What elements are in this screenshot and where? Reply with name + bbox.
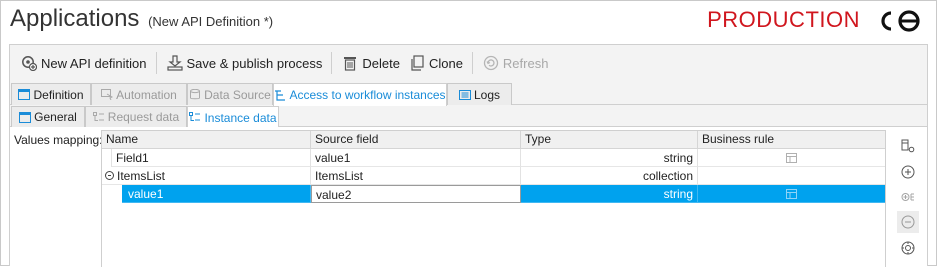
logs-tab-icon — [458, 89, 471, 101]
minus-circle-icon — [901, 215, 915, 229]
cell-name[interactable]: Field1 — [112, 149, 311, 167]
environment-label: PRODUCTION — [707, 7, 860, 32]
general-tab-icon — [19, 111, 32, 123]
column-header-source-field[interactable]: Source field — [311, 131, 521, 149]
tab-general[interactable]: General — [11, 106, 85, 127]
automation-tab-icon — [101, 89, 114, 101]
plus-circle-icon — [901, 165, 915, 179]
column-settings-icon — [901, 139, 915, 153]
request-data-tab-icon — [92, 111, 105, 123]
toolbar: New API definition Save & publish proces… — [10, 45, 927, 81]
cell-name-text: ItemsList — [117, 169, 166, 183]
delete-label: Delete — [362, 55, 400, 71]
new-api-definition-label: New API definition — [41, 55, 147, 71]
grid-side-toolbar — [895, 127, 921, 267]
refresh-button[interactable]: Refresh — [478, 50, 553, 76]
clone-icon — [408, 54, 426, 72]
add-item-button[interactable] — [897, 161, 919, 183]
page-title: Applications (New API Definition *) — [10, 5, 273, 33]
save-publish-button[interactable]: Save & publish process — [162, 50, 327, 76]
instance-data-panel: Values mapping: Name Source field Type B… — [10, 127, 927, 267]
grid-header: Name Source field Type Business rule — [102, 131, 885, 149]
cell-business-rule[interactable] — [698, 149, 885, 167]
tab-label: Instance data — [204, 110, 277, 125]
brand-logo-icon — [881, 10, 920, 32]
tab-label: Access to workflow instances — [289, 88, 446, 102]
new-api-definition-button[interactable]: New API definition — [16, 50, 151, 76]
column-header-type[interactable]: Type — [521, 131, 698, 149]
remove-item-button[interactable] — [897, 211, 919, 233]
refresh-icon — [482, 54, 500, 72]
toolbar-separator — [331, 52, 333, 74]
clone-label: Clone — [428, 55, 463, 71]
cell-name[interactable]: value1 — [122, 185, 311, 203]
table-row[interactable]: Field1 value1 string — [102, 149, 885, 167]
page-header: Applications (New API Definition *) PROD… — [0, 0, 937, 42]
tab-automation[interactable]: Automation — [91, 83, 187, 105]
tab-label: Definition — [33, 87, 84, 102]
row-indent — [102, 149, 112, 167]
tab-access-workflow-instances[interactable]: Access to workflow instances — [273, 83, 447, 106]
tab-logs[interactable]: Logs — [447, 83, 512, 105]
grid-options-button[interactable] — [897, 237, 919, 259]
grid-settings-button[interactable] — [897, 135, 919, 157]
tab-label: Request data — [107, 110, 180, 124]
delete-button[interactable]: Delete — [337, 50, 404, 76]
cell-business-rule[interactable] — [698, 167, 885, 185]
database-tab-icon — [189, 89, 201, 101]
tab-label: Automation — [116, 87, 177, 102]
table-row[interactable]: ItemsList ItemsList collection — [102, 167, 885, 185]
cell-name[interactable]: ItemsList — [102, 167, 311, 185]
new-definition-icon — [20, 54, 38, 72]
definition-tab-icon — [18, 89, 31, 101]
publish-icon — [166, 54, 184, 72]
add-child-button[interactable] — [897, 186, 919, 208]
values-mapping-label: Values mapping: — [14, 133, 103, 147]
access-tab-icon — [274, 89, 286, 101]
refresh-label: Refresh — [502, 55, 549, 71]
business-rule-icon[interactable] — [786, 153, 797, 163]
cell-source-field[interactable]: ItemsList — [311, 167, 521, 185]
trash-icon — [341, 54, 359, 72]
tab-data-source[interactable]: Data Source — [187, 83, 273, 105]
cell-type[interactable]: collection — [521, 167, 698, 185]
row-indent — [102, 185, 122, 203]
cell-business-rule[interactable] — [698, 185, 885, 203]
tab-label: Logs — [473, 87, 501, 102]
column-header-business-rule[interactable]: Business rule — [698, 131, 885, 149]
cell-source-field[interactable]: value1 — [311, 149, 521, 167]
main-tab-bar: Definition Automation Data Source Access… — [10, 81, 927, 106]
business-rule-icon[interactable] — [786, 189, 797, 199]
main-panel: New API definition Save & publish proces… — [9, 44, 928, 267]
instance-data-tab-icon — [189, 112, 201, 124]
cell-type[interactable]: string — [521, 149, 698, 167]
app-title-text: Applications — [10, 5, 140, 32]
values-mapping-grid: Name Source field Type Business rule Fie… — [101, 130, 886, 267]
definition-subtitle: (New API Definition *) — [148, 14, 274, 29]
table-row-selected[interactable]: value1 value2 string — [102, 185, 885, 203]
tab-request-data[interactable]: Request data — [85, 106, 187, 127]
source-field-editor[interactable]: value2 — [311, 185, 521, 203]
sub-tab-bar: General Request data Instance data — [10, 105, 927, 128]
collapse-icon[interactable] — [105, 171, 114, 180]
clone-button[interactable]: Clone — [404, 50, 467, 76]
tab-label: Data Source — [204, 87, 271, 102]
options-icon — [901, 241, 915, 255]
toolbar-separator — [155, 52, 157, 74]
add-child-icon — [901, 193, 914, 201]
toolbar-separator — [471, 52, 473, 74]
cell-type[interactable]: string — [521, 185, 698, 203]
save-publish-label: Save & publish process — [186, 55, 323, 71]
column-header-name[interactable]: Name — [102, 131, 311, 149]
tab-label: General — [34, 110, 77, 124]
tab-instance-data[interactable]: Instance data — [187, 106, 279, 128]
tab-definition[interactable]: Definition — [11, 83, 91, 105]
